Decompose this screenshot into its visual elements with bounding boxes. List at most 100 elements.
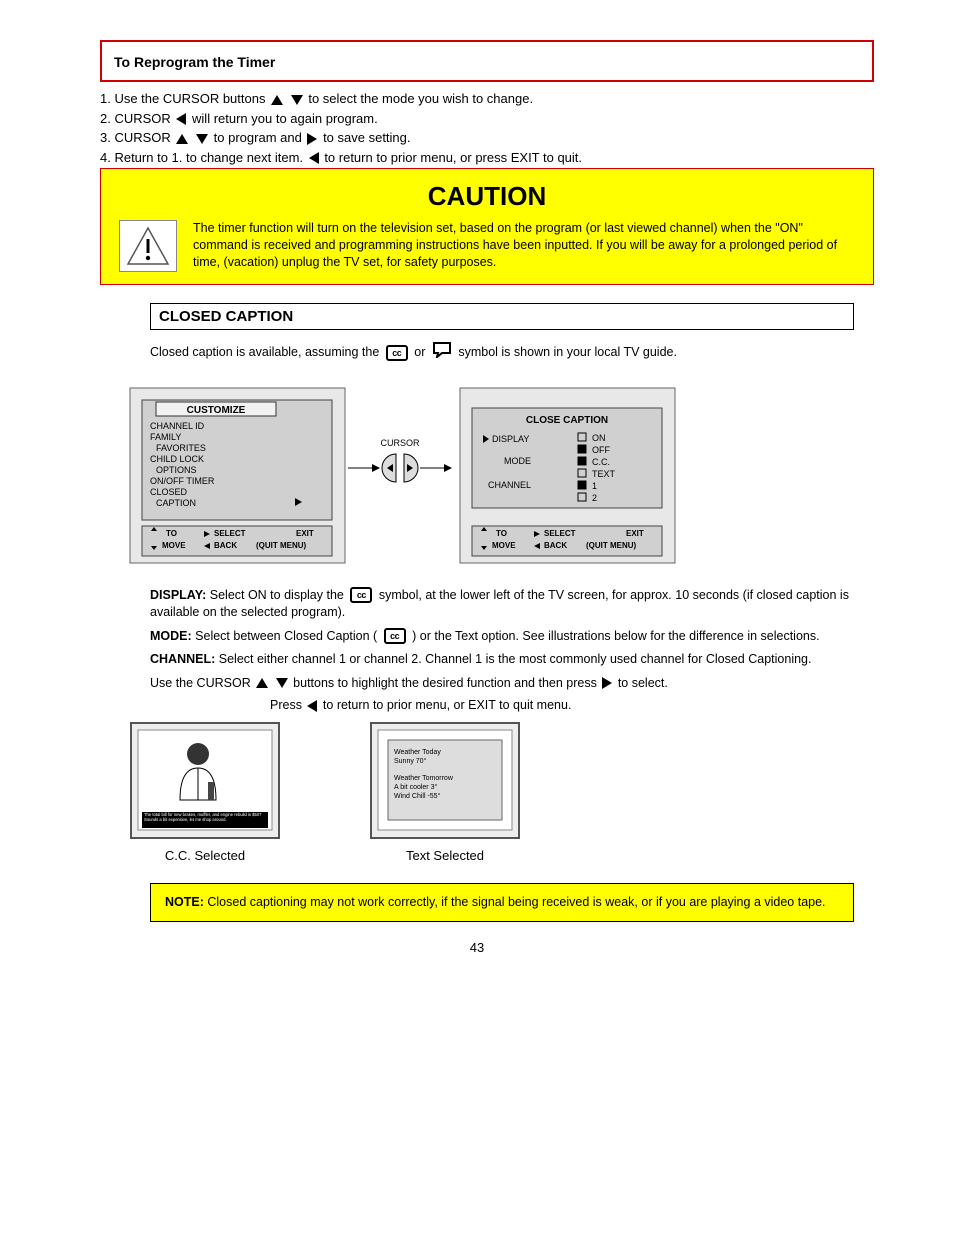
diagram-left-item: CAPTION (156, 498, 196, 508)
note-box: NOTE: Closed captioning may not work cor… (150, 883, 854, 922)
arrow-up-icon (176, 134, 188, 144)
caution-row: The timer function will turn on the tele… (119, 220, 855, 272)
diagram-left-item: CHILD LOCK (150, 454, 204, 464)
cc-intro: Closed caption is available, assuming th… (150, 342, 854, 364)
reprogram-steps: 1. Use the CURSOR buttons to select the … (100, 82, 874, 166)
mode-text-b: ) or the Text option. See illustrations … (412, 629, 819, 643)
speech-bubble-icon (432, 342, 452, 364)
svg-text:(QUIT MENU): (QUIT MENU) (586, 541, 637, 550)
arrow-up-icon (271, 95, 283, 105)
svg-text:ON: ON (592, 433, 606, 443)
arrow-left-icon (307, 700, 317, 712)
svg-text:BACK: BACK (544, 541, 567, 550)
mode-head: MODE: (150, 629, 192, 643)
cc-icon: cc (384, 628, 406, 644)
caution-box: CAUTION The timer function will turn on … (100, 168, 874, 285)
cc-intro-a: Closed caption is available, assuming th… (150, 345, 383, 359)
svg-text:2: 2 (592, 493, 597, 503)
svg-text:TEXT: TEXT (592, 469, 616, 479)
svg-text:CHANNEL: CHANNEL (488, 480, 531, 490)
diagram-left-item: FAMILY (150, 432, 181, 442)
svg-text:OFF: OFF (592, 445, 610, 455)
display-head: DISPLAY: (150, 588, 206, 602)
warning-triangle-icon (119, 220, 177, 272)
svg-text:DISPLAY: DISPLAY (492, 434, 529, 444)
svg-text:Weather Tomorrow: Weather Tomorrow (394, 775, 454, 782)
channel-head: CHANNEL: (150, 652, 215, 666)
display-text-a: Select ON to display the (210, 588, 348, 602)
page: To Reprogram the Timer 1. Use the CURSOR… (0, 0, 954, 1235)
svg-text:MOVE: MOVE (492, 541, 516, 550)
return-note-a: Press (270, 698, 305, 712)
cc-menu-diagram: CUSTOMIZE CHANNEL ID FAMILY FAVORITES CH… (120, 378, 854, 573)
return-note-b: to return to prior menu, or EXIT to quit… (323, 698, 572, 712)
diagram-left-item: CHANNEL ID (150, 421, 205, 431)
use-cursor-b: buttons to highlight the desired functio… (293, 676, 600, 690)
cc-channel-step: CHANNEL: Select either channel 1 or chan… (150, 651, 854, 669)
use-cursor-c: to select. (618, 676, 668, 690)
svg-text:EXIT: EXIT (626, 529, 644, 538)
svg-text:A bit cooler 3°: A bit cooler 3° (394, 783, 437, 791)
text-selected-sample: Weather Today Sunny 70° Weather Tomorrow… (370, 722, 520, 863)
step4-text-a: 4. Return to 1. to change next item. (100, 150, 307, 165)
note-head: NOTE: (165, 895, 204, 909)
step4-text-b: to return to prior menu, or press EXIT t… (324, 150, 582, 165)
caution-title: CAUTION (119, 181, 855, 212)
svg-text:MODE: MODE (504, 456, 531, 466)
cc-intro-c: symbol is shown in your local TV guide. (458, 345, 677, 359)
svg-text:SELECT: SELECT (214, 529, 246, 538)
arrow-right-icon (307, 133, 317, 145)
diagram-right-header: CLOSE CAPTION (526, 415, 608, 426)
step3-text-a: 3. CURSOR (100, 130, 174, 145)
cc-selected-illustration: The total bill for new brakes, muffler, … (130, 722, 280, 842)
svg-text:TO: TO (166, 529, 177, 538)
step1-text-a: 1. Use the CURSOR buttons (100, 91, 269, 106)
arrow-right-icon (602, 677, 612, 689)
svg-text:Weather Today: Weather Today (394, 749, 441, 756)
reprogram-step-4: 4. Return to 1. to change next item. to … (100, 149, 874, 167)
svg-text:EXIT: EXIT (296, 529, 314, 538)
arrow-left-icon (309, 152, 319, 164)
cc-mode-step: MODE: Select between Closed Caption ( cc… (150, 628, 854, 646)
cc-intro-b: or (414, 345, 429, 359)
caution-text: The timer function will turn on the tele… (193, 220, 855, 271)
diagram-left-header: CUSTOMIZE (187, 405, 246, 416)
closed-caption-section: CLOSED CAPTION Closed caption is availab… (150, 303, 854, 863)
reprogram-step-1: 1. Use the CURSOR buttons to select the … (100, 90, 874, 108)
svg-text:SELECT: SELECT (544, 529, 576, 538)
svg-text:Sunny 70°: Sunny 70° (394, 757, 427, 765)
channel-text: Select either channel 1 or channel 2. Ch… (219, 652, 812, 666)
svg-text:TO: TO (496, 529, 507, 538)
step3-text-c: to save setting. (323, 130, 410, 145)
cursor-left-button-icon (382, 454, 396, 482)
step1-text-b: to select the mode you wish to change. (308, 91, 533, 106)
cc-icon: cc (386, 345, 408, 361)
svg-text:BACK: BACK (214, 541, 237, 550)
reprogram-step-3: 3. CURSOR to program and to save setting… (100, 129, 874, 147)
cc-title: CLOSED CAPTION (150, 303, 854, 330)
diagram-left-item: ON/OFF TIMER (150, 476, 215, 486)
svg-text:Wind Chill -55°: Wind Chill -55° (394, 792, 441, 800)
cursor-label: CURSOR (380, 438, 420, 448)
arrow-down-icon (196, 134, 208, 144)
diagram-left-item: FAVORITES (156, 443, 206, 453)
cc-sample-images: The total bill for new brakes, muffler, … (130, 722, 854, 863)
arrow-left-icon (176, 113, 186, 125)
arrow-up-icon (256, 678, 268, 688)
note-body: Closed captioning may not work correctly… (207, 895, 825, 909)
page-number: 43 (40, 940, 914, 955)
cc-selected-sample: The total bill for new brakes, muffler, … (130, 722, 280, 863)
diagram-left-item: OPTIONS (156, 465, 197, 475)
cc-display-step: DISPLAY: Select ON to display the cc sym… (150, 587, 854, 622)
step2-text-a: 2. CURSOR (100, 111, 174, 126)
cc-selected-label: C.C. Selected (165, 848, 245, 863)
cc-use-cursor: Use the CURSOR buttons to highlight the … (150, 675, 854, 693)
svg-text:1: 1 (592, 481, 597, 491)
reprogram-timer-box: To Reprogram the Timer (100, 40, 874, 82)
use-cursor-a: Use the CURSOR (150, 676, 254, 690)
cursor-right-button-icon (404, 454, 418, 482)
arrow-down-icon (276, 678, 288, 688)
svg-text:(QUIT MENU): (QUIT MENU) (256, 541, 307, 550)
arrow-down-icon (291, 95, 303, 105)
svg-text:MOVE: MOVE (162, 541, 186, 550)
